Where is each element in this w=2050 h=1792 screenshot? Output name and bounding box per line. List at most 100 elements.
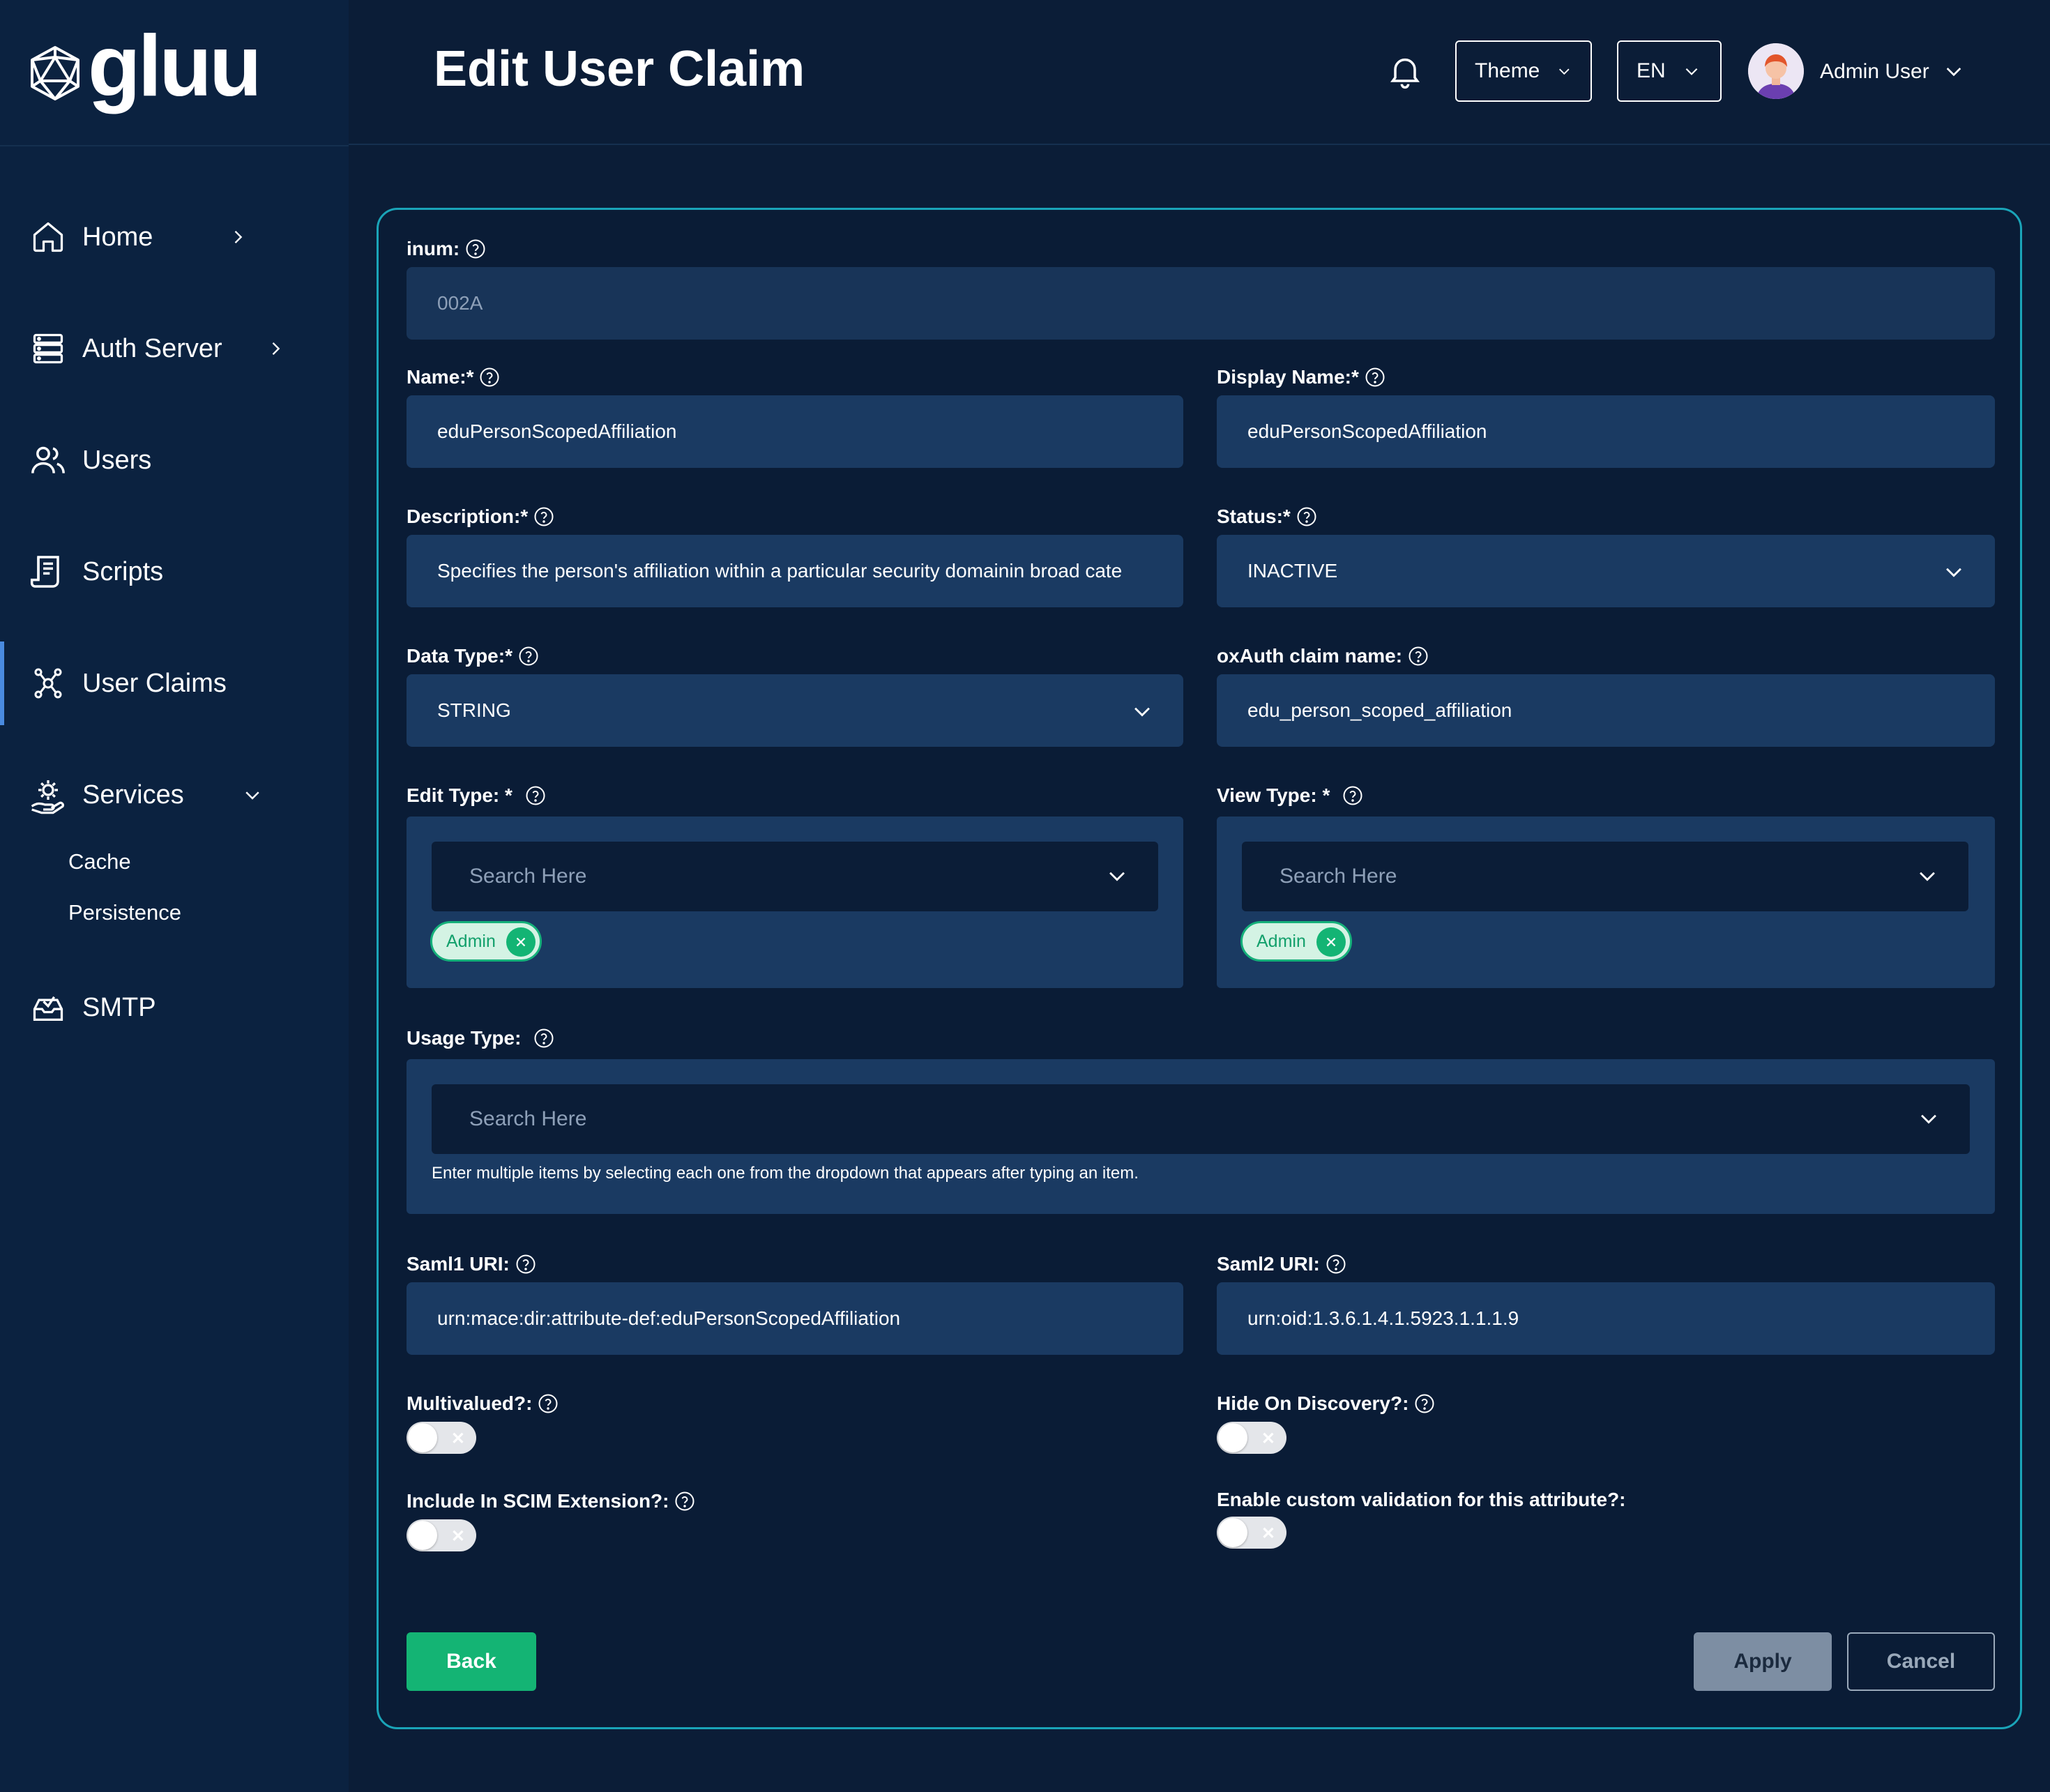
help-icon[interactable]: [1296, 506, 1317, 527]
data-type-label-text: Data Type:*: [407, 645, 512, 667]
help-icon[interactable]: [525, 785, 546, 806]
help-icon[interactable]: [1342, 785, 1363, 806]
scim-label: Include In SCIM Extension?:: [407, 1490, 695, 1512]
data-type-select[interactable]: STRING: [407, 674, 1183, 747]
theme-dropdown[interactable]: Theme: [1455, 40, 1592, 102]
view-type-chip: Admin: [1240, 921, 1352, 962]
multivalued-toggle[interactable]: ✕: [407, 1422, 476, 1454]
help-icon[interactable]: [538, 1393, 559, 1414]
sidebar-item-scripts[interactable]: Scripts: [0, 533, 349, 610]
name-input[interactable]: eduPersonScopedAffiliation: [407, 395, 1183, 468]
usage-type-search[interactable]: Search Here: [432, 1084, 1970, 1154]
theme-label: Theme: [1475, 59, 1540, 82]
back-button[interactable]: Back: [407, 1632, 536, 1691]
description-label: Description:*: [407, 506, 554, 528]
description-label-text: Description:*: [407, 506, 529, 527]
chevron-down-icon: [1559, 68, 1570, 75]
help-icon[interactable]: [533, 1028, 554, 1049]
sidebar-item-users[interactable]: Users: [0, 422, 349, 499]
sidebar-item-label: SMTP: [82, 992, 156, 1022]
smtp-icon: [28, 987, 68, 1028]
sidebar-item-user-claims[interactable]: User Claims: [0, 641, 349, 725]
multivalued-label: Multivalued?:: [407, 1392, 559, 1415]
usage-type-box: Search Here Enter multiple items by sele…: [407, 1059, 1995, 1214]
sidebar-subitem-persistence[interactable]: Persistence: [68, 900, 181, 925]
help-icon[interactable]: [1365, 367, 1385, 388]
cancel-button[interactable]: Cancel: [1847, 1632, 1995, 1691]
scim-toggle[interactable]: ✕: [407, 1519, 476, 1551]
sidebar-item-label: Scripts: [82, 556, 164, 586]
status-select[interactable]: INACTIVE: [1217, 535, 1995, 607]
help-icon[interactable]: [479, 367, 500, 388]
toggle-off-icon: ✕: [1261, 1524, 1275, 1543]
saml1-input[interactable]: urn:mace:dir:attribute-def:eduPersonScop…: [407, 1282, 1183, 1355]
chevron-down-icon: [1946, 568, 1961, 577]
bell-icon[interactable]: [1385, 52, 1425, 91]
oxauth-claim-label-text: oxAuth claim name:: [1217, 645, 1403, 667]
language-dropdown[interactable]: EN: [1617, 40, 1722, 102]
help-icon[interactable]: [674, 1491, 695, 1512]
help-icon[interactable]: [1414, 1393, 1435, 1414]
sidebar-item-home[interactable]: Home: [0, 199, 349, 275]
hide-discovery-label-text: Hide On Discovery?:: [1217, 1392, 1409, 1414]
custom-validation-toggle[interactable]: ✕: [1217, 1517, 1286, 1549]
view-type-placeholder: Search Here: [1280, 865, 1397, 888]
remove-chip-icon[interactable]: [506, 927, 536, 957]
help-icon[interactable]: [515, 1254, 536, 1275]
saml2-input[interactable]: urn:oid:1.3.6.1.4.1.5923.1.1.1.9: [1217, 1282, 1995, 1355]
chevron-down-icon[interactable]: [1943, 60, 1965, 82]
name-label: Name:*: [407, 366, 500, 388]
help-icon[interactable]: [518, 646, 539, 667]
edit-type-box: Search Here Admin: [407, 817, 1183, 988]
sidebar-subitem-cache[interactable]: Cache: [68, 849, 131, 874]
logo[interactable]: gluu: [28, 23, 262, 119]
toggle-knob: [408, 1423, 437, 1452]
help-icon[interactable]: [1408, 646, 1429, 667]
sidebar-divider: [0, 145, 349, 146]
chip-label: Admin: [446, 931, 496, 951]
toggle-off-icon: ✕: [450, 1527, 465, 1546]
edit-type-search[interactable]: Search Here: [432, 842, 1158, 911]
usage-type-label: Usage Type:: [407, 1027, 554, 1049]
custom-validation-label: Enable custom validation for this attrib…: [1217, 1489, 1626, 1511]
hide-discovery-toggle[interactable]: ✕: [1217, 1422, 1286, 1454]
help-icon[interactable]: [465, 238, 486, 259]
display-name-input[interactable]: eduPersonScopedAffiliation: [1217, 395, 1995, 468]
status-label: Status:*: [1217, 506, 1317, 528]
sidebar-item-label: Auth Server: [82, 333, 222, 363]
chip-label: Admin: [1256, 931, 1306, 951]
status-value: INACTIVE: [1247, 560, 1338, 582]
view-type-label: View Type: *: [1217, 784, 1363, 807]
avatar[interactable]: [1748, 43, 1804, 99]
help-icon[interactable]: [533, 506, 554, 527]
remove-chip-icon[interactable]: [1316, 927, 1346, 957]
sidebar-item-services[interactable]: Services: [0, 757, 349, 833]
edit-type-label-text: Edit Type: *: [407, 784, 512, 806]
language-label: EN: [1637, 59, 1666, 82]
toggle-knob: [1218, 1423, 1247, 1452]
view-type-search[interactable]: Search Here: [1242, 842, 1968, 911]
chevron-right-icon: [227, 226, 249, 248]
oxauth-claim-input[interactable]: edu_person_scoped_affiliation: [1217, 674, 1995, 747]
multivalued-label-text: Multivalued?:: [407, 1392, 533, 1414]
toggle-off-icon: ✕: [1261, 1429, 1275, 1448]
data-type-label: Data Type:*: [407, 645, 539, 667]
view-type-label-text: View Type: *: [1217, 784, 1330, 806]
sidebar-item-auth-server[interactable]: Auth Server: [0, 310, 349, 387]
help-icon[interactable]: [1326, 1254, 1346, 1275]
status-label-text: Status:*: [1217, 506, 1291, 527]
saml2-label: Saml2 URI:: [1217, 1253, 1346, 1275]
scripts-icon: [28, 552, 68, 592]
sidebar-item-label: Home: [82, 222, 153, 252]
chevron-down-icon: [1685, 68, 1698, 75]
user-name: Admin User: [1820, 60, 1929, 83]
apply-button[interactable]: Apply: [1694, 1632, 1832, 1691]
chevron-down-icon: [1109, 872, 1125, 881]
scim-label-text: Include In SCIM Extension?:: [407, 1490, 669, 1512]
edit-type-placeholder: Search Here: [469, 865, 587, 888]
sidebar-item-smtp[interactable]: SMTP: [0, 969, 349, 1046]
toggle-off-icon: ✕: [450, 1429, 465, 1448]
description-input[interactable]: Specifies the person's affiliation withi…: [407, 535, 1183, 607]
usage-type-hint: Enter multiple items by selecting each o…: [432, 1164, 1139, 1183]
top-header: Edit User Claim Theme EN Admin User: [349, 0, 2050, 145]
